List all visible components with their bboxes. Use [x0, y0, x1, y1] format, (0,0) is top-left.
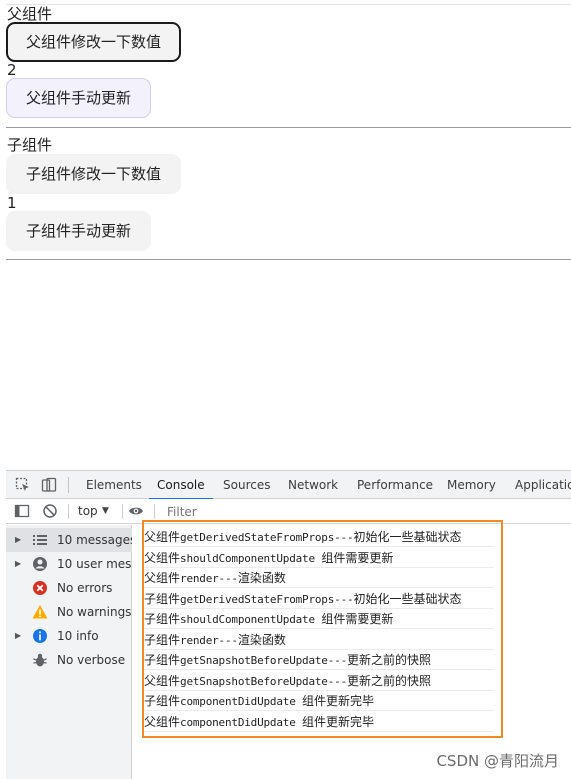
log-description: 初始化一些基础状态: [353, 530, 462, 544]
devtools-tabbar: Elements Console Sources Network Perform…: [6, 471, 571, 500]
child-value: 1: [7, 194, 17, 212]
toolbar-separator: [154, 504, 155, 519]
devtools-panel: Elements Console Sources Network Perform…: [6, 470, 571, 779]
sidebar-item-errors[interactable]: No errors: [6, 576, 132, 600]
log-lifecycle-method: render---: [180, 633, 238, 647]
toolbar-separator: [122, 504, 123, 519]
console-log-entry: 父组件componentDidUpdate 组件更新完毕: [144, 712, 494, 732]
eye-icon[interactable]: [128, 503, 144, 519]
log-description: 组件更新完毕: [302, 694, 375, 708]
sidebar-item-verbose[interactable]: No verbose: [6, 648, 132, 672]
log-lifecycle-method: getSnapshotBeforeUpdate---: [180, 654, 348, 667]
expand-arrow-icon[interactable]: ▶: [15, 528, 21, 552]
tab-application[interactable]: Application: [515, 471, 571, 499]
parent-value: 2: [7, 61, 17, 79]
log-description: 渲染函数: [237, 632, 286, 647]
filter-input[interactable]: [164, 502, 464, 521]
section-divider: [6, 127, 571, 128]
log-component-name: 子组件: [144, 653, 181, 667]
log-component-name: 父组件: [144, 530, 181, 544]
log-lifecycle-method: getDerivedStateFromProps---: [180, 531, 354, 544]
log-lifecycle-method: render---: [180, 572, 238, 585]
log-description: 初始化一些基础状态: [353, 591, 462, 606]
log-lifecycle-method: getDerivedStateFromProps---: [180, 592, 354, 606]
log-component-name: 子组件: [144, 632, 181, 647]
section-divider: [6, 259, 571, 260]
log-description: 渲染函数: [237, 571, 286, 585]
sidebar-item-messages[interactable]: ▶ 10 messages: [6, 528, 132, 552]
child-heading: 子组件: [7, 136, 53, 154]
console-log-entry: 子组件getDerivedStateFromProps---初始化一些基础状态: [144, 589, 494, 609]
info-icon: [33, 629, 47, 643]
log-description: 更新之前的快照: [347, 673, 432, 688]
expand-arrow-icon[interactable]: ▶: [15, 624, 21, 648]
parent-heading: 父组件: [7, 5, 53, 23]
console-log-entry: 子组件render---渲染函数: [144, 630, 494, 650]
sidebar-item-user-messages[interactable]: ▶ 10 user mes...: [6, 552, 132, 576]
context-selector[interactable]: top: [78, 499, 98, 524]
top-divider: [6, 4, 571, 5]
sidebar-toggle-icon[interactable]: [14, 503, 30, 519]
console-output: 父组件getDerivedStateFromProps---初始化一些基础状态父…: [133, 520, 571, 779]
expand-arrow-icon[interactable]: ▶: [15, 552, 21, 576]
child-modify-button[interactable]: 子组件修改一下数值: [6, 154, 182, 194]
log-component-name: 父组件: [144, 714, 181, 729]
log-description: 组件更新完毕: [302, 714, 375, 729]
log-lifecycle-method: shouldComponentUpdate: [180, 613, 322, 626]
toolbar-separator: [68, 477, 69, 493]
sidebar-item-label: 10 messages: [57, 533, 132, 547]
log-component-name: 父组件: [144, 673, 181, 688]
sidebar-item-label: No warnings: [57, 605, 132, 619]
warning-icon: [32, 605, 48, 619]
sidebar-item-label: No errors: [57, 581, 113, 595]
sidebar-item-label: No verbose: [57, 653, 126, 667]
chevron-down-icon[interactable]: ▼: [102, 499, 109, 524]
console-log-entry: 父组件getDerivedStateFromProps---初始化一些基础状态: [144, 527, 494, 547]
toolbar-separator: [68, 504, 69, 519]
log-component-name: 子组件: [144, 694, 181, 708]
parent-modify-button[interactable]: 父组件修改一下数值: [6, 22, 182, 62]
log-component-name: 子组件: [144, 612, 181, 626]
watermark: CSDN @青阳流月: [436, 752, 559, 770]
user-icon: [33, 557, 47, 571]
tab-elements[interactable]: Elements: [86, 471, 142, 499]
log-lifecycle-method: componentDidUpdate: [180, 695, 303, 708]
sidebar-item-warnings[interactable]: No warnings: [6, 600, 132, 624]
device-toolbar-icon[interactable]: [41, 477, 57, 493]
log-component-name: 父组件: [144, 550, 181, 565]
screenshot: 父组件 父组件修改一下数值 2 父组件手动更新 子组件 子组件修改一下数值 1 …: [0, 0, 571, 779]
log-lifecycle-method: shouldComponentUpdate: [180, 551, 322, 565]
sidebar-item-label: 10 user mes...: [57, 557, 132, 571]
console-log-entry: 子组件shouldComponentUpdate 组件需要更新: [144, 609, 494, 629]
tab-network[interactable]: Network: [288, 471, 338, 499]
app-area: 父组件 父组件修改一下数值 2 父组件手动更新 子组件 子组件修改一下数值 1 …: [0, 0, 571, 470]
log-component-name: 父组件: [144, 571, 181, 585]
error-icon: [33, 581, 47, 595]
console-log-entry: 子组件componentDidUpdate 组件更新完毕: [144, 691, 494, 711]
log-lifecycle-method: componentDidUpdate: [180, 715, 303, 729]
log-description: 组件需要更新: [321, 612, 394, 626]
tab-memory[interactable]: Memory: [447, 471, 496, 499]
tab-performance[interactable]: Performance: [357, 471, 433, 499]
console-log-entry: 子组件getSnapshotBeforeUpdate---更新之前的快照: [144, 650, 494, 670]
log-description: 更新之前的快照: [347, 653, 432, 667]
sidebar-item-label: 10 info: [57, 629, 99, 643]
sidebar-item-info[interactable]: ▶ 10 info: [6, 624, 132, 648]
tab-sources[interactable]: Sources: [223, 471, 270, 499]
child-update-button[interactable]: 子组件手动更新: [6, 211, 152, 251]
console-log-entry: 父组件render---渲染函数: [144, 568, 494, 588]
log-description: 组件需要更新: [321, 550, 394, 565]
console-log-entry: 父组件shouldComponentUpdate 组件需要更新: [144, 548, 494, 568]
bug-icon: [33, 653, 47, 667]
console-sidebar: ▶ 10 messages ▶ 10 user mes...: [6, 525, 132, 779]
log-lifecycle-method: getSnapshotBeforeUpdate---: [180, 674, 348, 688]
clear-console-icon[interactable]: [42, 503, 58, 519]
parent-update-button[interactable]: 父组件手动更新: [6, 78, 152, 118]
tab-console[interactable]: Console: [149, 471, 213, 500]
list-icon: [33, 535, 47, 545]
console-log-entry: 父组件getSnapshotBeforeUpdate---更新之前的快照: [144, 671, 494, 691]
log-component-name: 子组件: [144, 591, 181, 606]
inspect-element-icon[interactable]: [15, 477, 31, 493]
